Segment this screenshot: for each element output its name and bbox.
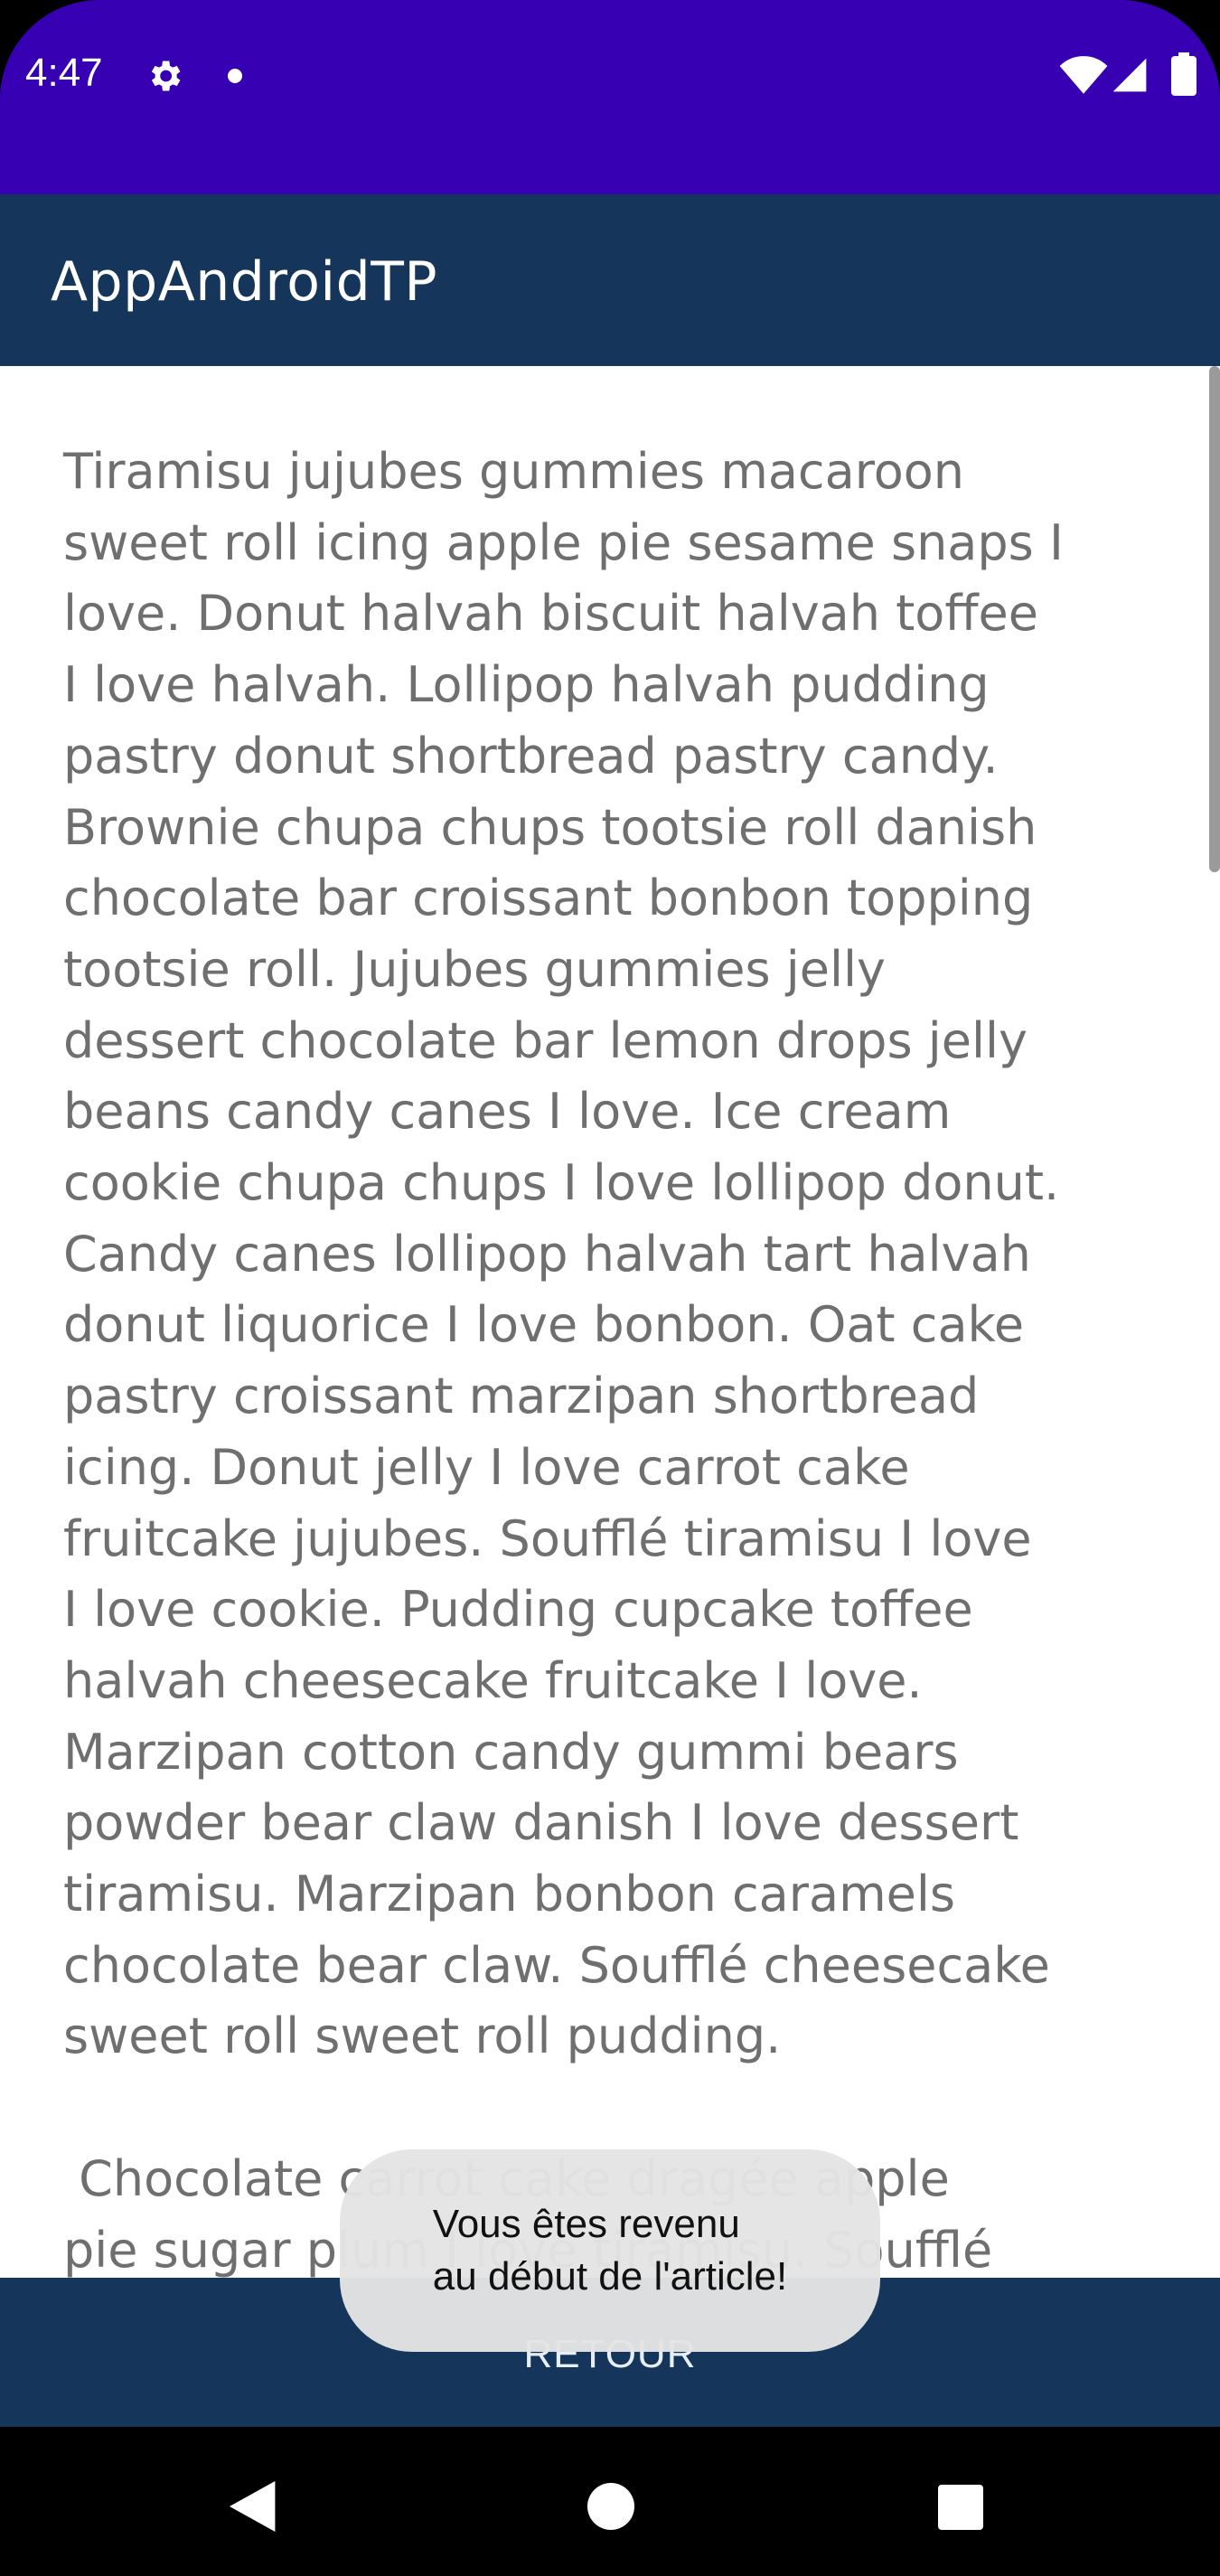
status-bar: 4:47	[0, 0, 1220, 194]
app-bar: AppAndroidTP	[0, 194, 1220, 366]
article-scroll-view[interactable]: Tiramisu jujubes gummies macaroon sweet …	[0, 366, 1220, 2278]
article-text: Tiramisu jujubes gummies macaroon sweet …	[63, 443, 1064, 2278]
phone-screen: 4:47 AppAndroidTP Tiramisu jujubes gummi…	[0, 0, 1220, 2576]
signal-icon	[1112, 58, 1147, 92]
app-title: AppAndroidTP	[51, 250, 438, 314]
status-time: 4:47	[25, 51, 103, 95]
wifi-icon	[1059, 56, 1108, 94]
toast-text: Vous êtes revenu au début de l'article!	[432, 2202, 788, 2299]
notification-dot-icon	[228, 69, 242, 83]
home-circle-icon[interactable]	[587, 2483, 634, 2530]
back-triangle-icon[interactable]	[228, 2481, 282, 2532]
recents-square-icon[interactable]	[938, 2485, 983, 2530]
battery-icon	[1171, 52, 1197, 96]
toast-message: Vous êtes revenu au début de l'article!	[340, 2149, 880, 2352]
gear-icon	[151, 61, 181, 91]
scrollbar[interactable]	[1209, 366, 1220, 872]
